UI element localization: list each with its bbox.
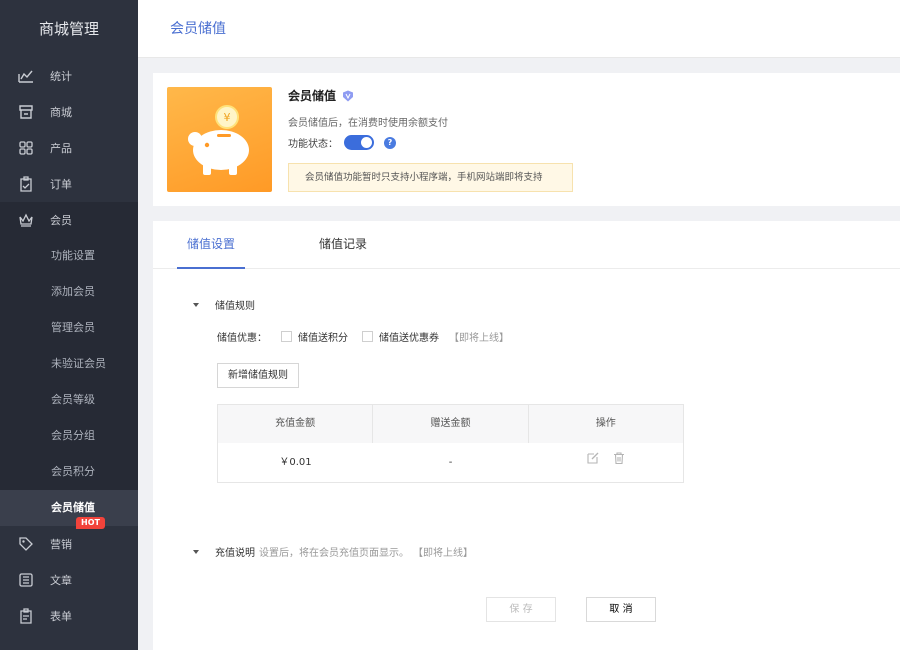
trash-icon[interactable] (612, 443, 626, 482)
feature-description: 会员储值后，在消费时使用余额支付 (288, 118, 448, 129)
feature-card: ¥ 会员储值 会员储值后，在消费时使用余额支付 功能状态： ? 会员储值功能暂时… (153, 73, 900, 206)
app-root: 商城管理 统计 商城 产品 订单 会员 功能设置 添加会员 管理会员 未验证会员… (0, 0, 900, 650)
sidebar-item-label: 文章 (50, 574, 72, 587)
sidebar-item-marketing[interactable]: 营销 HOT (0, 517, 138, 562)
coming-soon-label: 【即将上线】 (449, 333, 509, 344)
sidebar-sub-member-stored-value[interactable]: 会员储值 (0, 490, 138, 526)
sidebar-item-forms[interactable]: 表单 (0, 598, 138, 634)
explain-hint: 设置后，将在会员充值页面显示。 (259, 548, 409, 559)
sidebar-item-products[interactable]: 产品 (0, 130, 138, 166)
sidebar: 商城管理 统计 商城 产品 订单 会员 功能设置 添加会员 管理会员 未验证会员… (0, 0, 138, 650)
discount-label: 储值优惠： (217, 333, 267, 344)
points-checkbox[interactable] (281, 331, 292, 342)
content-panel: 储值设置 储值记录 储值规则 储值优惠： 储值送积分 储值送优惠券 【即将上线】… (153, 221, 900, 650)
sidebar-item-articles[interactable]: 文章 (0, 562, 138, 598)
coupon-checkbox[interactable] (362, 331, 373, 342)
sidebar-group-member: 会员 功能设置 添加会员 管理会员 未验证会员 会员等级 会员分组 会员积分 会… (0, 202, 138, 526)
sidebar-item-member[interactable]: 会员 (0, 202, 138, 238)
column-header-bonus: 赠送金额 (373, 405, 529, 443)
caret-down-icon (193, 549, 199, 554)
sidebar-sub-add-member[interactable]: 添加会员 (0, 274, 138, 310)
tab-stored-value-records[interactable]: 储值记录 (317, 221, 369, 269)
sidebar-item-label: 订单 (50, 178, 72, 191)
sidebar-sub-function-settings[interactable]: 功能设置 (0, 238, 138, 274)
svg-text:¥: ¥ (224, 111, 231, 124)
sidebar-item-label: 营销 (50, 538, 72, 551)
sidebar-sub-member-level[interactable]: 会员等级 (0, 382, 138, 418)
table-header: 充值金额 赠送金额 操作 (218, 405, 683, 443)
sidebar-sub-manage-member[interactable]: 管理会员 (0, 310, 138, 346)
tab-stored-value-settings[interactable]: 储值设置 (177, 221, 245, 269)
sidebar-item-orders[interactable]: 订单 (0, 166, 138, 202)
sidebar-item-label: 统计 (50, 70, 72, 83)
notice-banner: 会员储值功能暂时只支持小程序端，手机网站端即将支持 (288, 163, 573, 192)
feature-toggle[interactable] (344, 135, 374, 150)
table-row: ￥0.01 - (218, 443, 683, 482)
cell-bonus: - (448, 457, 453, 468)
store-icon (18, 104, 34, 120)
grid-icon (18, 140, 34, 156)
sidebar-item-label: 表单 (50, 610, 72, 623)
feature-title: 会员储值 (288, 87, 354, 104)
chart-line-icon (18, 68, 34, 84)
column-header-actions: 操作 (595, 418, 616, 429)
tab-bar: 储值设置 储值记录 (153, 221, 900, 269)
rules-section-header[interactable]: 储值规则 (193, 297, 255, 312)
feature-status-label: 功能状态： (288, 139, 338, 150)
sidebar-item-label: 会员 (50, 214, 72, 227)
help-icon[interactable]: ? (384, 136, 396, 149)
tag-icon (18, 536, 34, 552)
explain-section-header[interactable]: 充值说明 设置后，将在会员充值页面显示。 【即将上线】 (193, 544, 473, 559)
page-title: 会员储值 (170, 21, 226, 37)
piggy-bank-icon: ¥ (167, 87, 272, 192)
vip-badge-icon (342, 90, 354, 102)
points-option-label: 储值送积分 (298, 333, 348, 344)
sidebar-sub-member-group[interactable]: 会员分组 (0, 418, 138, 454)
rules-table: 充值金额 赠送金额 操作 ￥0.01 - (217, 404, 684, 483)
explain-coming-label: 【即将上线】 (413, 548, 473, 559)
sidebar-item-mall[interactable]: 商城 (0, 94, 138, 130)
edit-icon[interactable] (586, 443, 600, 482)
cancel-button[interactable]: 取 消 (586, 597, 656, 622)
save-button[interactable]: 保 存 (486, 597, 556, 622)
crown-icon (18, 212, 34, 228)
top-bar: 会员储值 (138, 0, 900, 58)
cell-actions (528, 443, 683, 482)
clipboard-icon (18, 176, 34, 192)
sidebar-item-label: 商城 (50, 106, 72, 119)
sidebar-item-label: 产品 (50, 142, 72, 155)
sidebar-sub-member-points[interactable]: 会员积分 (0, 454, 138, 490)
hot-badge: HOT (76, 517, 105, 529)
brand-title: 商城管理 (38, 20, 99, 38)
discount-options-row: 储值优惠： 储值送积分 储值送优惠券 【即将上线】 (217, 329, 509, 344)
caret-down-icon (193, 302, 199, 307)
feature-status-row: 功能状态： ? (288, 135, 396, 150)
rules-heading: 储值规则 (215, 301, 255, 312)
list-icon (18, 572, 34, 588)
cell-amount: ￥0.01 (279, 457, 312, 468)
sidebar-sub-unverified-member[interactable]: 未验证会员 (0, 346, 138, 382)
coupon-option-label: 储值送优惠券 (379, 333, 439, 344)
explain-heading: 充值说明 (215, 548, 255, 559)
column-header-amount: 充值金额 (218, 405, 374, 443)
form-icon (18, 608, 34, 624)
sidebar-item-stats[interactable]: 统计 (0, 58, 138, 94)
add-rule-button[interactable]: 新增储值规则 (217, 363, 299, 388)
